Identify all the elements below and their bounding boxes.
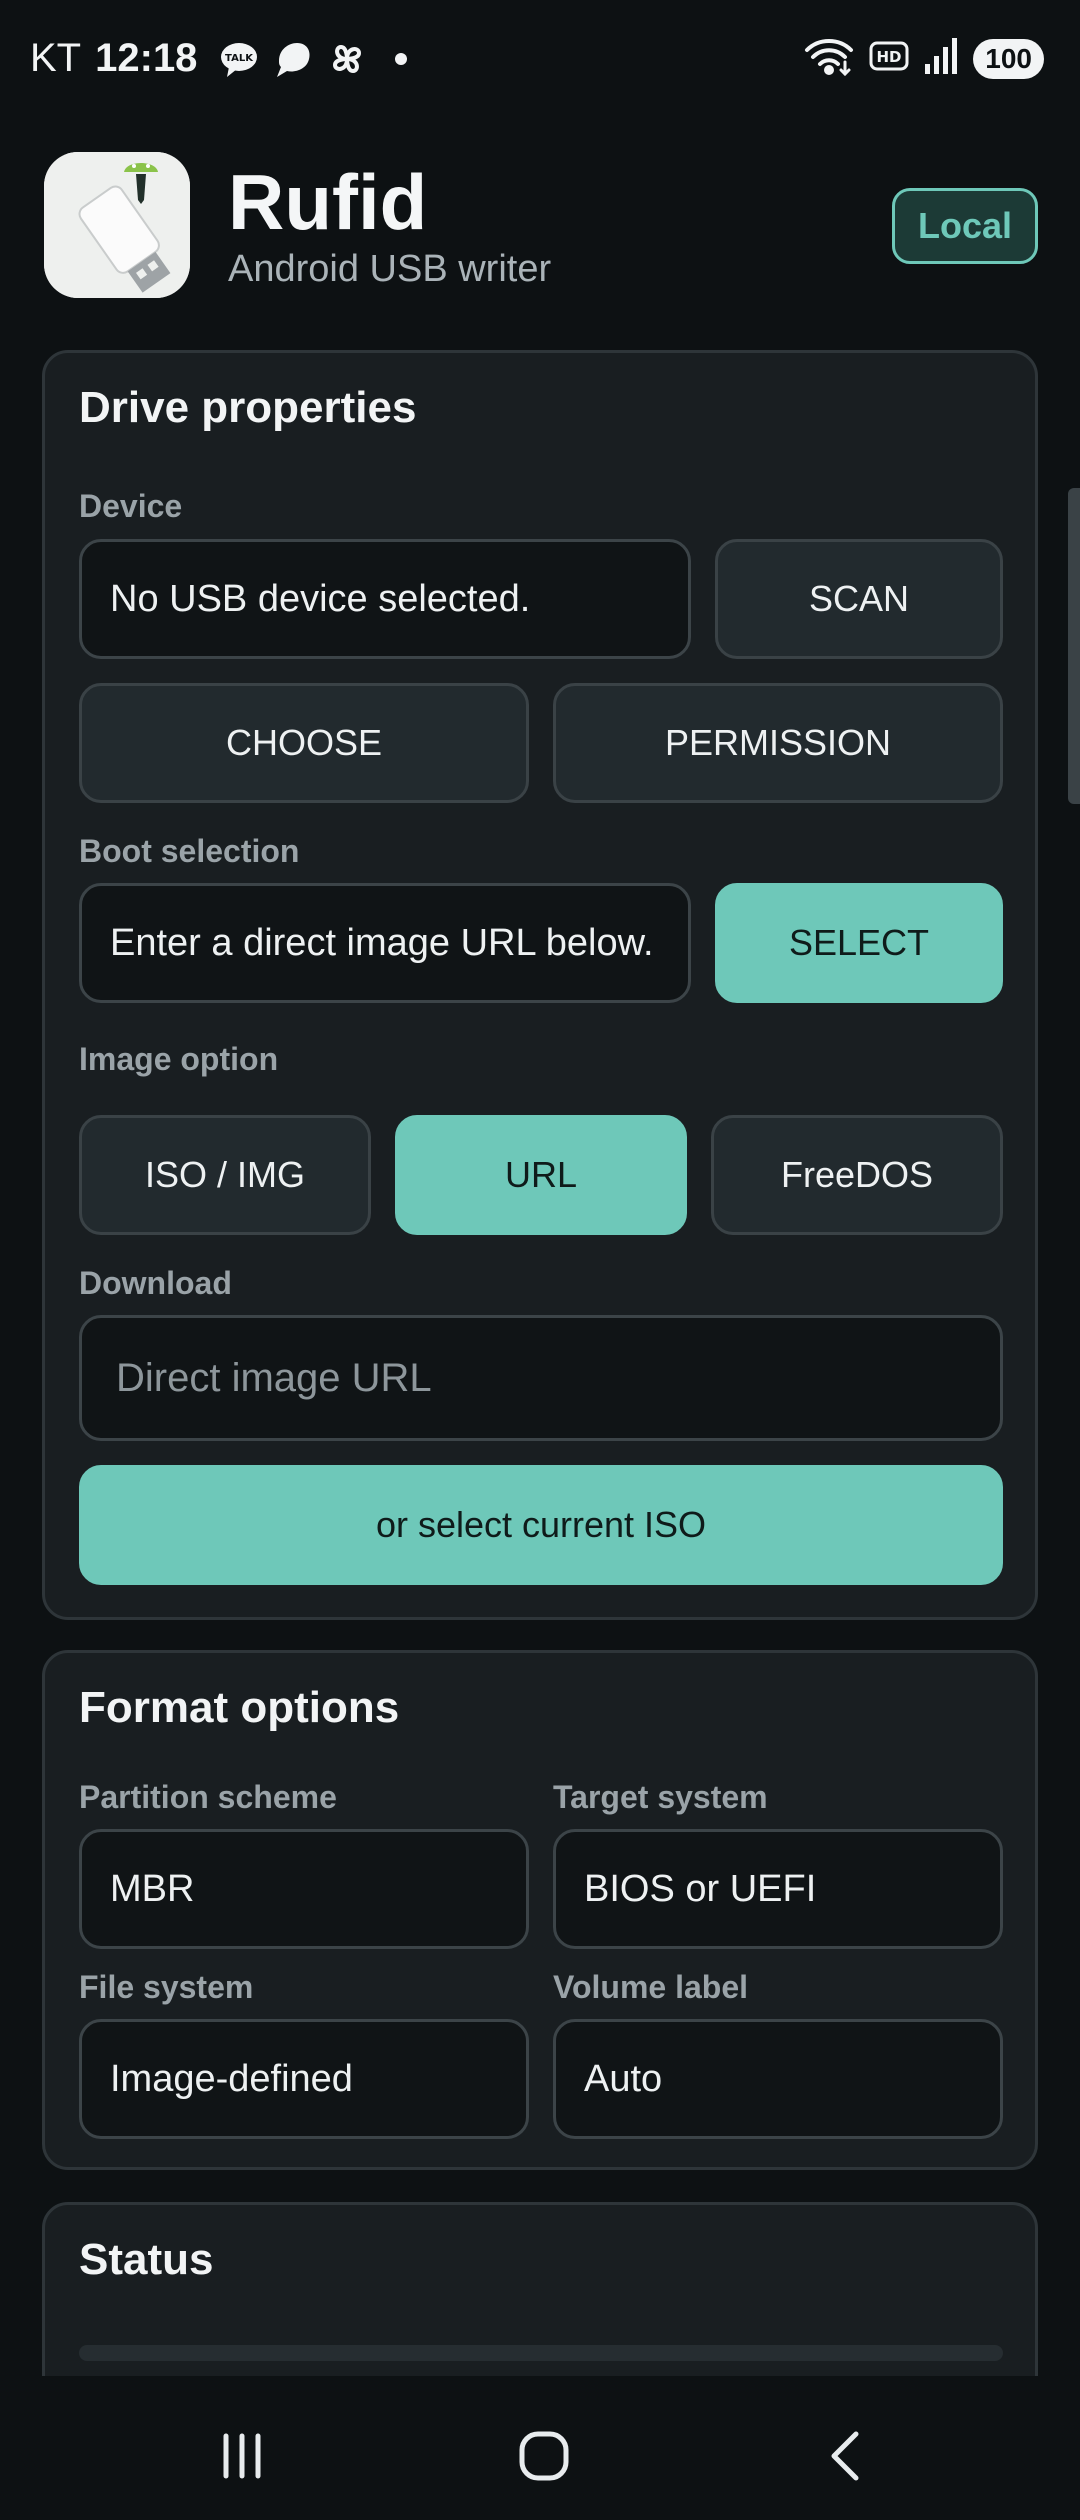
talk-icon: TALK: [219, 39, 259, 79]
boot-selection-field[interactable]: Enter a direct image URL below.: [79, 883, 691, 1003]
notification-dot: [395, 52, 408, 65]
card-title: Format options: [79, 1683, 400, 1732]
boot-selection-label: Boot selection: [79, 833, 300, 869]
drive-properties-card: Drive properties Device No USB device se…: [42, 350, 1038, 1620]
iso-img-option-button[interactable]: ISO / IMG: [79, 1115, 371, 1235]
permission-button[interactable]: PERMISSION: [553, 683, 1003, 803]
volume-label-field[interactable]: Auto: [553, 2019, 1003, 2139]
choose-button[interactable]: CHOOSE: [79, 683, 529, 803]
device-field[interactable]: No USB device selected.: [79, 539, 691, 659]
target-system-field[interactable]: BIOS or UEFI: [553, 1829, 1003, 1949]
svg-text:TALK: TALK: [225, 53, 254, 64]
file-system-field[interactable]: Image-defined: [79, 2019, 529, 2139]
signal-icon: [923, 36, 959, 81]
status-progress-track: [79, 2345, 1003, 2361]
partition-scheme-label: Partition scheme: [79, 1779, 337, 1815]
select-button[interactable]: SELECT: [715, 883, 1003, 1003]
status-bar-left: KT 12:18 TALK: [30, 36, 408, 81]
home-icon[interactable]: [504, 2416, 584, 2496]
hd-icon: HD: [869, 39, 909, 78]
svg-text:HD: HD: [877, 48, 902, 66]
url-option-button[interactable]: URL: [395, 1115, 687, 1235]
app-subtitle: Android USB writer: [228, 248, 552, 290]
select-current-iso-button[interactable]: or select current ISO: [79, 1465, 1003, 1585]
battery-icon: 100: [973, 38, 1044, 79]
file-system-label: File system: [79, 1969, 254, 2005]
image-option-label: Image option: [79, 1041, 279, 1077]
device-label: Device: [79, 488, 183, 524]
format-options-card: Format options Partition scheme MBR Targ…: [42, 1650, 1038, 2170]
target-system-label: Target system: [553, 1779, 768, 1815]
card-title: Status: [79, 2235, 214, 2284]
status-bar-right: HD 100: [803, 36, 1044, 81]
volume-label-label: Volume label: [553, 1969, 749, 2005]
pinwheel-icon: [327, 39, 367, 79]
partition-scheme-field[interactable]: MBR: [79, 1829, 529, 1949]
back-icon[interactable]: [808, 2416, 888, 2496]
scrollbar[interactable]: [1068, 488, 1080, 804]
app-logo-icon: [44, 152, 190, 298]
download-label: Download: [79, 1265, 232, 1301]
recent-apps-icon[interactable]: [202, 2416, 282, 2496]
navigation-bar: [0, 2376, 1080, 2520]
local-badge[interactable]: Local: [892, 188, 1038, 264]
status-bar: KT 12:18 TALK HD 100: [0, 0, 1080, 120]
wifi-icon: [803, 36, 855, 81]
chat-bubble-icon: [273, 39, 313, 79]
image-url-input[interactable]: Direct image URL: [79, 1315, 1003, 1441]
app-title: Rufid: [228, 158, 428, 246]
carrier-label: KT: [30, 36, 82, 80]
clock: 12:18: [95, 36, 198, 80]
card-title: Drive properties: [79, 383, 417, 432]
freedos-option-button[interactable]: FreeDOS: [711, 1115, 1003, 1235]
scan-button[interactable]: SCAN: [715, 539, 1003, 659]
